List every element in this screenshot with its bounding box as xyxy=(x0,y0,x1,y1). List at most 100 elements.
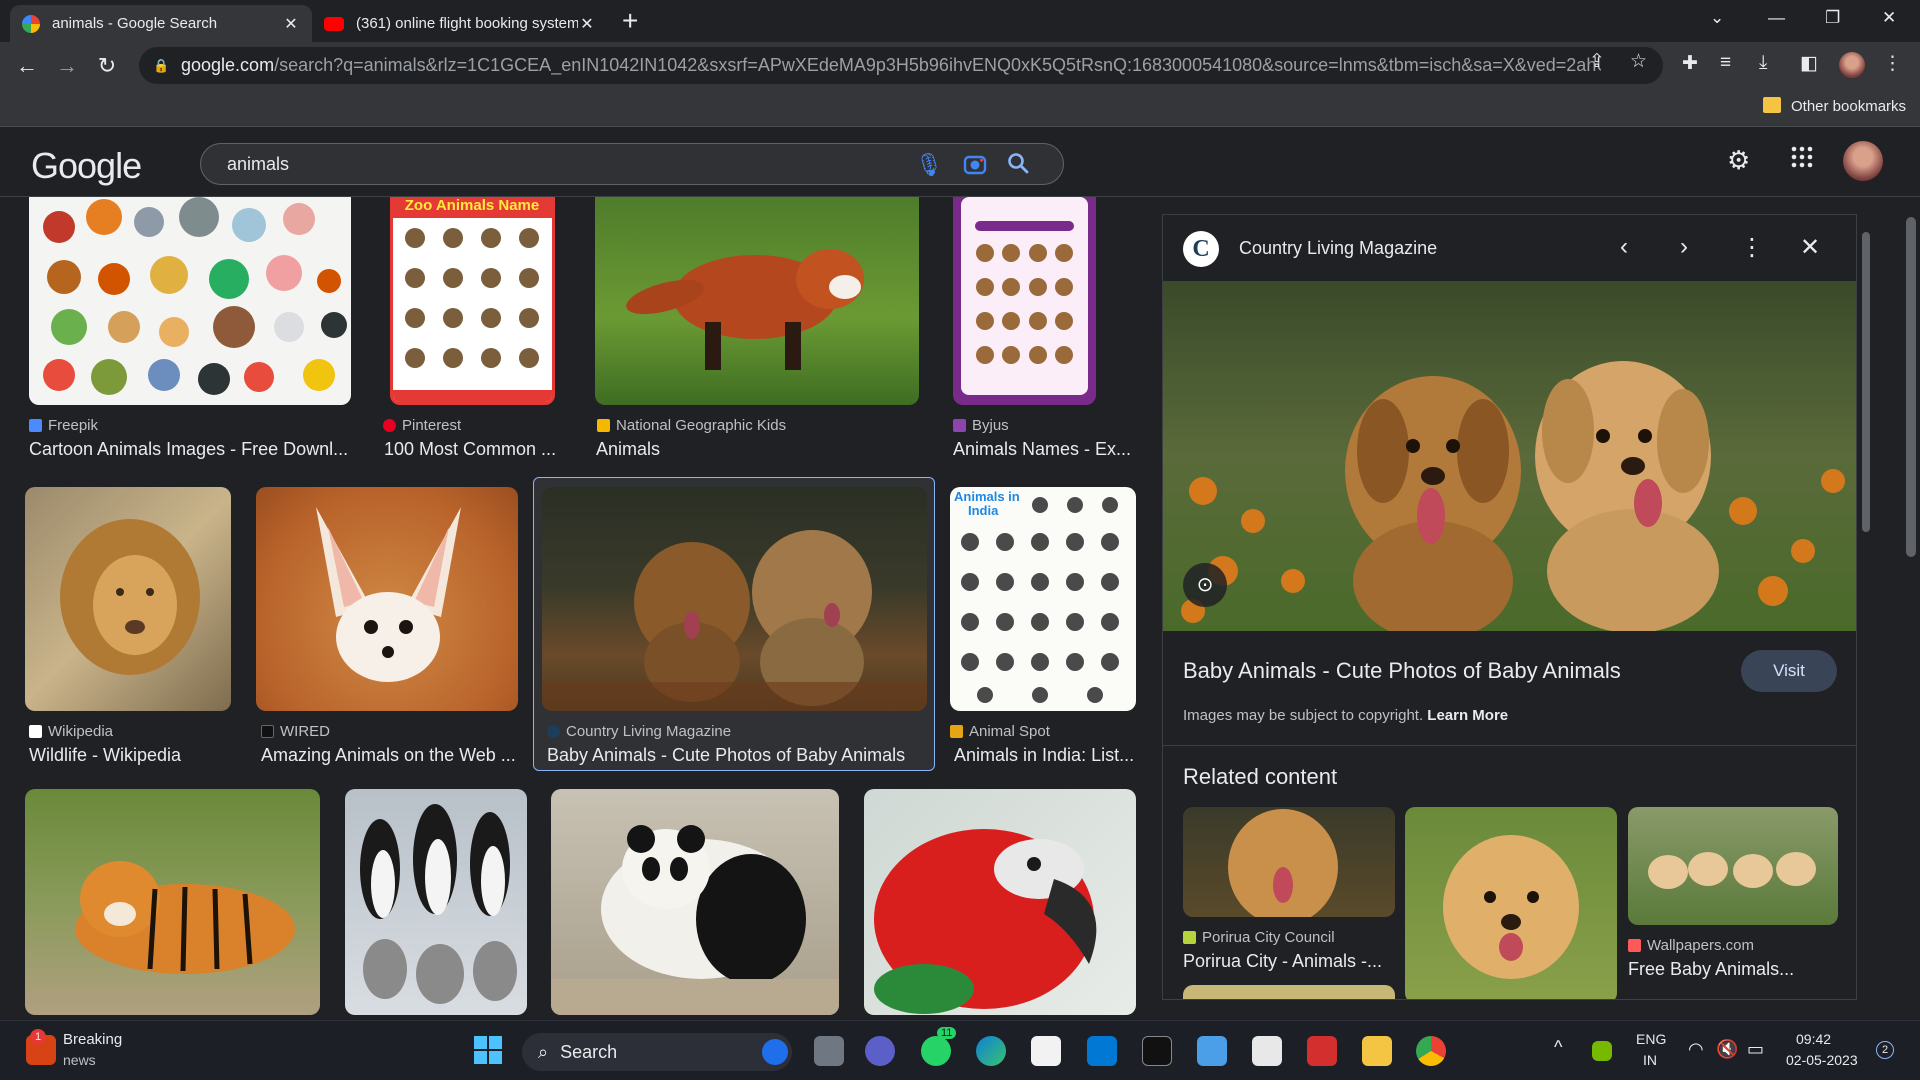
tab-google-search[interactable]: animals - Google Search ✕ xyxy=(10,5,312,42)
search-box[interactable]: 🎙 xyxy=(200,143,1064,185)
taskbar-search[interactable]: ⌕ Search xyxy=(522,1033,792,1071)
visit-button[interactable]: Visit xyxy=(1741,650,1837,692)
side-panel-icon[interactable]: ◧ xyxy=(1800,52,1818,75)
file-explorer-icon[interactable] xyxy=(1362,1036,1392,1066)
whatsapp-icon[interactable] xyxy=(921,1036,951,1066)
share-icon[interactable]: ⇪ xyxy=(1589,50,1605,73)
result-caption[interactable]: Cartoon Animals Images - Free Downl... xyxy=(29,439,348,460)
result-thumbnail[interactable] xyxy=(25,487,231,711)
minimize-icon[interactable]: — xyxy=(1768,8,1785,28)
close-window-icon[interactable]: ✕ xyxy=(1882,8,1896,28)
microphone-icon[interactable]: 🎙 xyxy=(915,152,943,178)
search-icon[interactable] xyxy=(1007,152,1029,180)
tab-search-chevron-icon[interactable]: ⌄ xyxy=(1710,8,1724,28)
clock-time[interactable]: 09:42 xyxy=(1796,1031,1831,1047)
battery-icon[interactable]: ▭ xyxy=(1747,1039,1764,1060)
related-source[interactable]: Wallpapers.com xyxy=(1628,937,1754,954)
restore-icon[interactable]: ❐ xyxy=(1825,8,1840,28)
panel-scroll-thumb[interactable] xyxy=(1862,232,1870,532)
related-source[interactable]: Porirua City Council xyxy=(1183,929,1335,946)
related-thumbnail[interactable] xyxy=(1405,807,1617,999)
microsoft-store-icon[interactable] xyxy=(1031,1036,1061,1066)
extensions-icon[interactable]: ✚ xyxy=(1682,52,1698,75)
result-thumbnail[interactable]: Zoo Animals Name xyxy=(390,197,555,405)
result-thumbnail[interactable] xyxy=(345,789,527,1015)
notepad-icon[interactable] xyxy=(1087,1036,1117,1066)
result-thumbnail[interactable] xyxy=(551,789,839,1015)
task-view-icon[interactable] xyxy=(814,1036,844,1066)
related-thumbnail[interactable] xyxy=(1628,807,1838,925)
account-avatar[interactable] xyxy=(1843,141,1883,181)
result-thumbnail[interactable] xyxy=(864,789,1136,1015)
other-bookmarks[interactable]: Other bookmarks xyxy=(1791,98,1906,115)
related-thumbnail-next[interactable] xyxy=(1183,985,1395,999)
windows-start-icon[interactable] xyxy=(474,1036,502,1064)
result-source[interactable]: Animal Spot xyxy=(950,723,1050,740)
next-arrow-icon[interactable]: › xyxy=(1680,233,1688,261)
volume-muted-icon[interactable]: 🔇 xyxy=(1716,1039,1738,1060)
learn-more-link[interactable]: Learn More xyxy=(1427,707,1508,724)
result-source[interactable]: Byjus xyxy=(953,417,1009,434)
result-thumbnail[interactable] xyxy=(595,197,919,405)
visual-search-icon[interactable]: ⊙ xyxy=(1183,563,1227,607)
result-source[interactable]: National Geographic Kids xyxy=(597,417,786,434)
forward-icon[interactable]: → xyxy=(52,51,82,81)
new-tab-button[interactable]: + xyxy=(622,6,638,36)
notification-count[interactable]: 2 xyxy=(1876,1041,1894,1059)
related-caption[interactable]: Free Baby Animals... xyxy=(1628,959,1794,980)
result-caption[interactable]: Animals Names - Ex... xyxy=(953,439,1131,460)
chrome-icon[interactable] xyxy=(1416,1036,1446,1066)
settings-gear-icon[interactable]: ⚙ xyxy=(1727,145,1750,176)
page-scroll-thumb[interactable] xyxy=(1906,217,1916,557)
result-caption[interactable]: Wildlife - Wikipedia xyxy=(29,745,181,766)
bing-icon[interactable] xyxy=(762,1039,788,1065)
download-icon[interactable]: ⤓ xyxy=(1759,52,1767,74)
result-thumbnail[interactable]: Animals in India xyxy=(950,487,1136,711)
result-thumbnail[interactable] xyxy=(256,487,518,711)
result-source[interactable]: Freepik xyxy=(29,417,98,434)
related-thumbnail[interactable] xyxy=(1183,807,1395,917)
result-caption[interactable]: Amazing Animals on the Web ... xyxy=(261,745,516,766)
media-control-icon[interactable]: ≡ xyxy=(1720,52,1731,74)
tab-youtube[interactable]: (361) online flight booking system ✕ xyxy=(312,5,608,42)
news-subtitle[interactable]: news xyxy=(63,1052,96,1068)
teams-chat-icon[interactable] xyxy=(865,1036,895,1066)
panel-source-name[interactable]: Country Living Magazine xyxy=(1239,238,1437,259)
bookmark-star-icon[interactable]: ☆ xyxy=(1630,50,1647,73)
country-living-logo[interactable]: C xyxy=(1183,231,1219,267)
apps-grid-icon[interactable] xyxy=(1790,145,1814,176)
panel-title[interactable]: Baby Animals - Cute Photos of Baby Anima… xyxy=(1183,658,1621,684)
result-caption[interactable]: Animals in India: List... xyxy=(954,745,1134,766)
google-logo[interactable]: Google xyxy=(31,145,142,187)
result-thumbnail[interactable] xyxy=(29,197,351,405)
file-editor-icon[interactable] xyxy=(1252,1036,1282,1066)
language-bottom[interactable]: IN xyxy=(1643,1052,1657,1068)
back-icon[interactable]: ← xyxy=(12,51,42,81)
search-input[interactable] xyxy=(227,153,907,175)
panel-scrollbar[interactable] xyxy=(1860,214,1872,1000)
page-scrollbar[interactable] xyxy=(1902,197,1920,1020)
terminal-icon[interactable] xyxy=(1142,1036,1172,1066)
result-source[interactable]: Country Living Magazine xyxy=(547,723,731,740)
url-text[interactable]: google.com/search?q=animals&rlz=1C1GCEA_… xyxy=(181,55,1601,76)
result-caption[interactable]: 100 Most Common ... xyxy=(384,439,556,460)
wps-office-icon[interactable] xyxy=(1307,1036,1337,1066)
result-caption[interactable]: Animals xyxy=(596,439,660,460)
profile-avatar[interactable] xyxy=(1839,52,1865,78)
wifi-icon[interactable]: ◠ xyxy=(1688,1039,1704,1060)
address-bar[interactable]: 🔒 google.com/search?q=animals&rlz=1C1GCE… xyxy=(139,47,1663,84)
result-thumbnail[interactable] xyxy=(25,789,320,1015)
browser-menu-icon[interactable]: ⋮ xyxy=(1883,52,1902,75)
result-source[interactable]: Wikipedia xyxy=(29,723,113,740)
remote-desktop-icon[interactable] xyxy=(1197,1036,1227,1066)
edge-icon[interactable] xyxy=(976,1036,1006,1066)
previous-arrow-icon[interactable]: ‹ xyxy=(1620,233,1628,261)
nvidia-icon[interactable] xyxy=(1592,1041,1612,1061)
panel-preview-image[interactable] xyxy=(1163,281,1856,641)
related-caption[interactable]: Porirua City - Animals -... xyxy=(1183,951,1382,972)
more-options-icon[interactable]: ⋮ xyxy=(1740,233,1764,262)
result-source[interactable]: WIRED xyxy=(261,723,330,740)
result-source[interactable]: Pinterest xyxy=(383,417,461,434)
news-title[interactable]: Breaking xyxy=(63,1031,122,1048)
reload-icon[interactable]: ↻ xyxy=(92,51,122,81)
